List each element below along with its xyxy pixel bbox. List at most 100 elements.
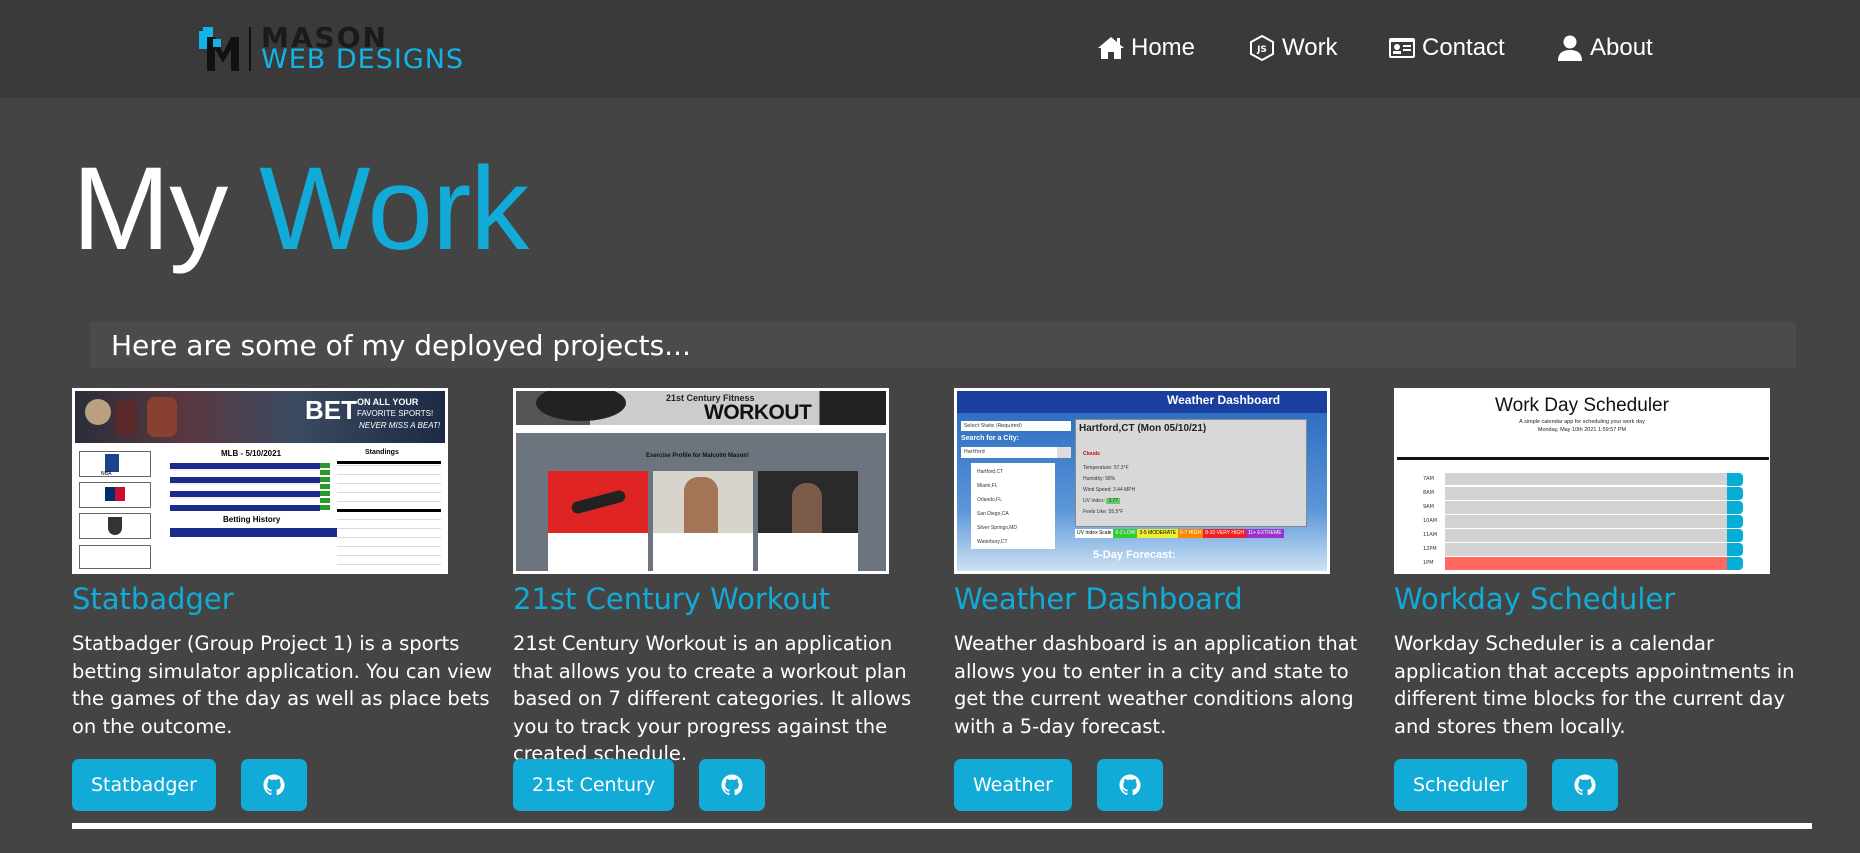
page-title: My Work	[72, 150, 529, 268]
thumb-hour: 8AM	[1423, 490, 1434, 496]
logo-divider	[249, 26, 251, 71]
logo-text: MASON WEB DESIGNS	[261, 21, 465, 75]
thumb-banner-sub3: NEVER MISS A BEAT!	[359, 421, 441, 430]
project-card-statbadger: BET ON ALL YOUR FAVORITE SPORTS! NEVER M…	[72, 388, 493, 811]
project-actions: 21st Century	[513, 759, 766, 811]
nav-work-label: Work	[1282, 34, 1338, 61]
github-icon	[1119, 774, 1141, 796]
thumb-hour-rows: 7AM 8AM 9AM 10AM 11AM 12PM 1PM	[1423, 473, 1743, 571]
thumb-uv-scale: UV Index Scale 0-2 LOW 3-5 MODERATE 6-7 …	[1075, 529, 1284, 538]
thumb-standings: Standings	[365, 449, 399, 456]
project-screenshot[interactable]: Weather Dashboard Select State (Required…	[954, 388, 1330, 574]
nav-about[interactable]: About	[1556, 34, 1653, 62]
thumb-uv-scale-item: 8-10 VERY HIGH	[1203, 529, 1246, 538]
thumb-city: Hartford,CT	[977, 469, 1004, 475]
thumb-banner-sub2: FAVORITE SPORTS!	[357, 409, 434, 418]
js-icon: JS	[1250, 34, 1274, 62]
id-card-icon	[1389, 38, 1415, 58]
user-icon	[1558, 35, 1582, 61]
thumb-uv-scale-item: 3-5 MODERATE	[1137, 529, 1179, 538]
thumb-city-list: Hartford,CT Miami,FL Orlando,FL San Dieg…	[977, 465, 1017, 549]
github-button[interactable]	[240, 759, 307, 811]
project-actions: Scheduler	[1394, 759, 1619, 811]
intro-text: Here are some of my deployed projects...	[111, 329, 691, 362]
thumb-hour: 12PM	[1423, 546, 1437, 552]
thumb-sub: A simple calendar app for scheduling you…	[1519, 419, 1645, 425]
page-title-part2: Work	[259, 143, 529, 275]
thumb-city: San Diego,CA	[977, 511, 1009, 517]
project-card-scheduler: Work Day Scheduler A simple calendar app…	[1394, 388, 1814, 811]
thumb-temp: Temperature: 57.3°F	[1083, 465, 1129, 471]
thumb-hour: 7AM	[1423, 476, 1434, 482]
thumb-search-label: Search for a City:	[961, 435, 1019, 442]
nav-contact[interactable]: Contact	[1388, 34, 1505, 62]
section-divider	[72, 823, 1812, 829]
project-screenshot[interactable]: 21st Century Fitness WORKOUT Exercise Pr…	[513, 388, 889, 574]
project-card-workout: 21st Century Fitness WORKOUT Exercise Pr…	[513, 388, 933, 811]
project-title[interactable]: Statbadger	[72, 582, 492, 616]
github-button[interactable]	[699, 759, 766, 811]
nav-work[interactable]: JS Work	[1248, 34, 1338, 62]
thumb-city: Silver Springs,MD	[977, 525, 1018, 531]
project-screenshot[interactable]: Work Day Scheduler A simple calendar app…	[1394, 388, 1770, 574]
nav-about-label: About	[1590, 34, 1653, 61]
project-actions: Statbadger	[72, 759, 307, 811]
nav-home-label: Home	[1131, 34, 1196, 61]
logo-line2: WEB DESIGNS	[261, 44, 465, 75]
thumb-uv-scale-label: UV Index Scale	[1075, 529, 1114, 538]
thumb-heading: Work Day Scheduler	[1495, 395, 1669, 416]
thumb-uv: UV Index: 3.77	[1083, 496, 1135, 507]
thumb-history: Betting History	[223, 515, 281, 524]
thumb-hour: 1PM	[1423, 560, 1434, 566]
project-title[interactable]: 21st Century Workout	[513, 582, 933, 616]
project-screenshot[interactable]: BET ON ALL YOUR FAVORITE SPORTS! NEVER M…	[72, 388, 448, 574]
thumb-date: Monday, May 10th 2021 1:59:57 PM	[1537, 427, 1627, 433]
thumb-profile: Exercise Profile for Malcolm Mason!	[646, 453, 750, 459]
thumb-feels: Feels Like: 55.5°F	[1083, 509, 1124, 515]
github-icon	[721, 774, 743, 796]
thumb-banner: BET	[305, 395, 357, 425]
github-button[interactable]	[1552, 759, 1619, 811]
open-project-button[interactable]: Weather	[954, 759, 1072, 811]
project-description: 21st Century Workout is an application t…	[513, 632, 912, 765]
thumb-condition: Clouds	[1083, 451, 1100, 457]
logo-line1: MASON	[261, 21, 388, 54]
page-title-part1: My	[72, 143, 228, 275]
thumb-header: Weather Dashboard	[1167, 393, 1281, 407]
project-title[interactable]: Weather Dashboard	[954, 582, 1374, 616]
thumb-uv-scale-item: 11+ EXTREME	[1245, 529, 1284, 538]
logo[interactable]: MASON WEB DESIGNS	[199, 24, 464, 73]
navbar: MASON WEB DESIGNS Home JS Work Contact A…	[0, 0, 1860, 98]
open-project-button[interactable]: Scheduler	[1394, 759, 1528, 811]
home-icon	[1098, 37, 1124, 59]
thumb-city: Waterbury,CT	[977, 539, 1008, 545]
open-project-button[interactable]: Statbadger	[72, 759, 216, 811]
svg-text:JS: JS	[1256, 45, 1267, 55]
project-description: Statbadger (Group Project 1) is a sports…	[72, 632, 493, 738]
project-title[interactable]: Workday Scheduler	[1394, 582, 1814, 616]
thumb-current: Hartford,CT (Mon 05/10/21)	[1079, 423, 1207, 434]
nav-home[interactable]: Home	[1097, 34, 1195, 62]
project-card-weather: Weather Dashboard Select State (Required…	[954, 388, 1374, 811]
github-icon	[1574, 774, 1596, 796]
thumb-banner-sub1: ON ALL YOUR	[357, 397, 419, 407]
thumb-hour: 11AM	[1423, 532, 1438, 538]
github-icon	[263, 774, 285, 796]
thumb-select: Select State (Required)	[961, 421, 1071, 431]
logo-mark-icon	[199, 26, 241, 71]
github-button[interactable]	[1097, 759, 1163, 811]
thumb-hour: 10AM	[1423, 518, 1438, 524]
open-project-button[interactable]: 21st Century	[513, 759, 675, 811]
thumb-uv-label: UV Index:	[1083, 498, 1105, 504]
thumb-humidity: Humidity: 58%	[1083, 476, 1116, 482]
thumb-search-value: Hartford	[961, 447, 1057, 458]
thumb-forecast: 5-Day Forecast:	[1093, 549, 1176, 561]
thumb-hour: 9AM	[1423, 504, 1434, 510]
project-description: Weather dashboard is an application that…	[954, 632, 1358, 738]
project-description: Workday Scheduler is a calendar applicat…	[1394, 632, 1795, 738]
project-actions: Weather	[954, 759, 1163, 811]
thumb-conditions: Temperature: 57.3°F Humidity: 58% Wind S…	[1083, 463, 1135, 518]
thumb-uv-scale-item: 0-2 LOW	[1113, 529, 1138, 538]
thumb-uv-value: 3.77	[1106, 498, 1121, 504]
thumb-big: WORKOUT	[704, 401, 812, 424]
